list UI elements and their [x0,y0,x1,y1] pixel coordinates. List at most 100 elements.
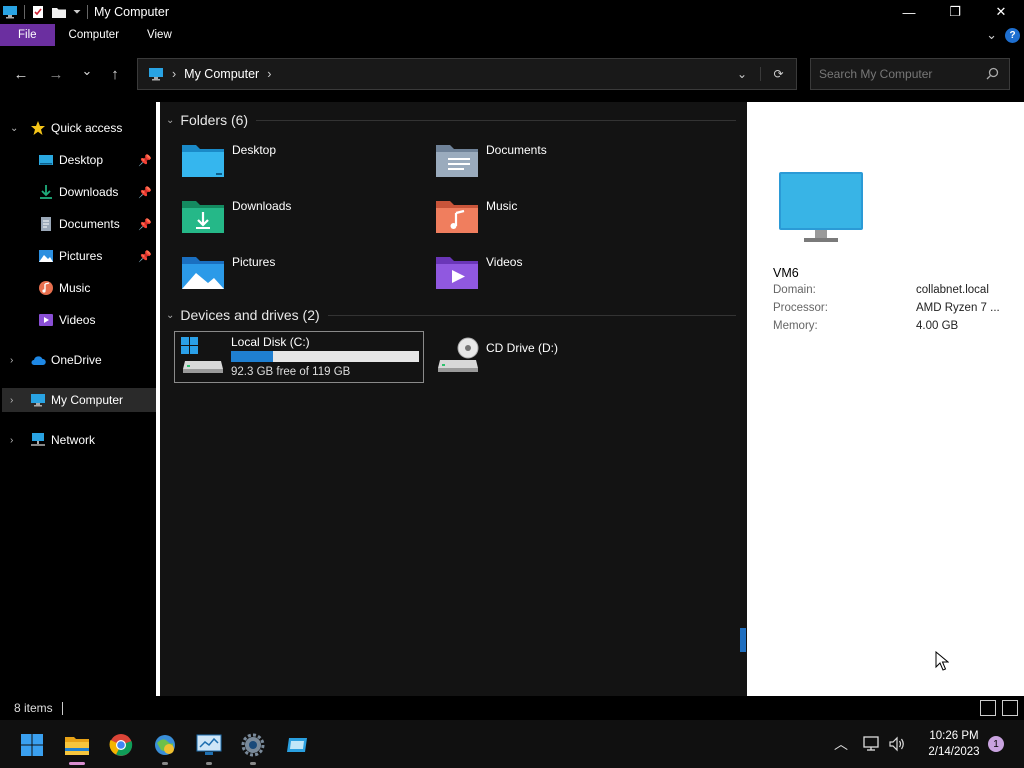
back-button[interactable]: ← [10,64,32,84]
chevron-down-icon[interactable]: ⌄ [10,123,18,134]
folder-tile-downloads[interactable]: Downloads [176,192,426,244]
network-status-icon[interactable] [862,736,880,752]
folder-tile-documents[interactable]: Documents [430,136,680,188]
start-button[interactable] [15,728,49,762]
taskbar: ︿ 10:26 PM 2/14/2023 1 [0,720,1024,768]
new-folder-icon[interactable] [51,5,67,19]
folders-group-header[interactable]: ⌄ Folders (6) [166,112,736,128]
chevron-right-icon[interactable]: › [267,67,271,81]
globe-app-icon [155,735,175,755]
pin-icon[interactable]: 📌 [138,154,152,167]
detail-value: AMD Ryzen 7 ... [916,302,1000,314]
chevron-right-icon[interactable]: › [10,435,13,446]
taskbar-app-window[interactable] [280,728,314,762]
chevron-right-icon[interactable]: › [10,395,13,406]
properties-icon[interactable] [31,5,45,19]
show-hidden-icons-chevron-icon[interactable]: ︿ [834,734,848,754]
taskbar-app-monitor[interactable] [192,728,226,765]
taskbar-settings[interactable] [236,728,270,765]
drive-free-space: 92.3 GB free of 119 GB [231,366,351,378]
videos-icon [39,314,53,326]
sidebar-item-music[interactable]: Music [2,276,156,300]
search-box[interactable] [810,58,1010,90]
devices-group-header[interactable]: ⌄ Devices and drives (2) [166,307,736,323]
tab-computer[interactable]: Computer [55,24,134,46]
notification-badge[interactable]: 1 [988,736,1004,752]
refresh-button[interactable]: ⟳ [760,67,796,81]
sidebar-item-label: Quick access [51,121,123,135]
breadcrumb-my-computer[interactable]: My Computer [184,67,259,81]
address-bar[interactable]: › My Computer › ⌄ ⟳ [137,58,797,90]
chevron-right-icon[interactable]: › [10,355,13,366]
search-icon[interactable] [986,67,999,80]
sidebar-item-desktop[interactable]: Desktop 📌 [2,148,156,172]
computer-icon [149,68,163,81]
pin-icon[interactable]: 📌 [138,218,152,231]
scrollbar-thumb[interactable] [740,628,746,652]
taskbar-app-globe[interactable] [148,728,182,765]
sidebar-item-network[interactable]: › Network [2,428,156,452]
details-view-button[interactable] [980,700,996,716]
title-bar: ⏷ My Computer — ❐ ✕ [0,0,1024,24]
folder-tile-music[interactable]: Music [430,192,680,244]
address-history-chevron-icon[interactable]: ⌄ [724,67,760,81]
folder-tile-pictures[interactable]: Pictures [176,248,426,300]
folder-tile-desktop[interactable]: Desktop [176,136,426,188]
forward-button[interactable]: → [45,64,67,84]
drive-tile-cd-drive[interactable]: CD Drive (D:) [430,331,680,383]
group-title: Devices and drives (2) [180,307,320,323]
taskbar-file-explorer[interactable] [60,728,94,765]
sidebar-item-onedrive[interactable]: › OneDrive [2,348,156,372]
folder-label: Videos [486,255,523,269]
navigation-pane: ⌄ Quick access Desktop 📌 Downloads 📌 Doc… [2,102,156,696]
sidebar-item-my-computer[interactable]: › My Computer [2,388,156,412]
sidebar-item-quick-access[interactable]: ⌄ Quick access [2,116,156,140]
windows-drive-icon [181,337,223,373]
detail-value: collabnet.local [916,284,989,296]
taskbar-chrome[interactable] [104,728,138,762]
pin-icon[interactable]: 📌 [138,186,152,199]
large-icons-view-button[interactable] [1002,700,1018,716]
sidebar-item-documents[interactable]: Documents 📌 [2,212,156,236]
sidebar-item-label: Downloads [59,185,119,199]
clock[interactable]: 10:26 PM 2/14/2023 [916,728,992,760]
pin-icon[interactable]: 📌 [138,250,152,263]
maximize-button[interactable]: ❐ [932,0,978,24]
running-indicator [162,762,168,765]
up-button[interactable]: ↑ [104,64,126,84]
tab-file[interactable]: File [0,24,55,46]
cloud-icon [31,356,46,365]
expand-ribbon-chevron-icon[interactable]: ⌄ [986,27,997,43]
folder-label: Desktop [232,143,277,157]
folder-label: Documents [486,143,547,157]
remote-desktop-icon [196,734,222,755]
sidebar-item-downloads[interactable]: Downloads 📌 [2,180,156,204]
chevron-down-icon[interactable]: ⌄ [166,310,174,321]
volume-icon[interactable] [888,736,906,752]
desktop-folder-icon [182,145,224,177]
toolbar-separator [24,5,25,19]
music-icon [39,281,53,295]
sidebar-item-label: Documents [59,217,120,231]
sidebar-item-videos[interactable]: Videos [2,308,156,332]
drive-label: CD Drive (D:) [486,341,558,355]
recent-locations-button[interactable]: ⌄ [76,61,98,81]
chevron-down-icon[interactable]: ⌄ [166,115,174,126]
folder-label: Downloads [232,199,292,213]
mouse-pointer-icon [935,651,949,671]
sidebar-item-pictures[interactable]: Pictures 📌 [2,244,156,268]
tab-view[interactable]: View [133,24,186,46]
computer-icon[interactable] [2,5,18,19]
help-button[interactable]: ? [1005,27,1020,43]
folder-tile-videos[interactable]: Videos [430,248,680,300]
music-folder-icon [436,201,478,233]
drive-tile-local-disk[interactable]: Local Disk (C:) 92.3 GB free of 119 GB [174,331,424,383]
folder-label: Music [486,199,518,213]
search-input[interactable] [819,67,979,81]
detail-value: 4.00 GB [916,320,959,332]
customize-toolbar-chevron-icon[interactable]: ⏷ [73,7,81,18]
chevron-right-icon[interactable]: › [172,67,176,81]
close-button[interactable]: ✕ [978,0,1024,24]
minimize-button[interactable]: — [886,0,932,24]
running-indicator [206,762,212,765]
